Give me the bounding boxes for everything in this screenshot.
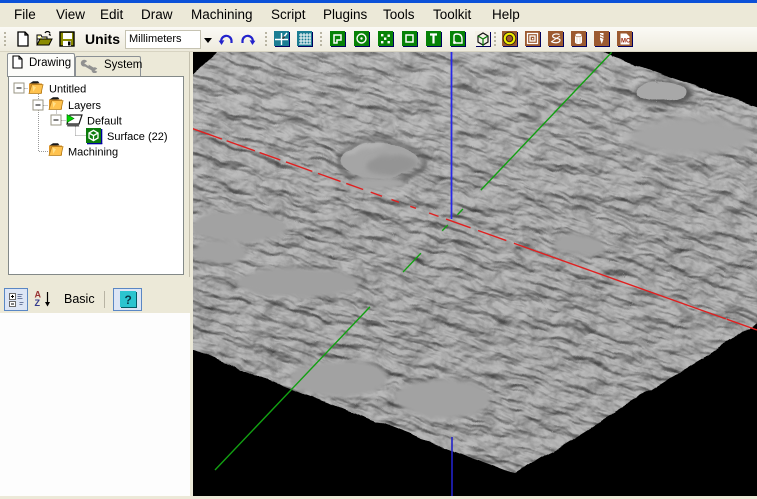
svg-text:?: ?: [125, 293, 132, 307]
svg-text:Z: Z: [35, 298, 41, 308]
svg-text:Layers: Layers: [68, 100, 102, 112]
svg-text:Surface (22): Surface (22): [107, 131, 168, 143]
svg-text:Machining: Machining: [68, 147, 118, 159]
svg-text:Default: Default: [87, 116, 122, 128]
svg-text:MC: MC: [621, 39, 631, 45]
svg-text:Untitled: Untitled: [49, 84, 86, 96]
